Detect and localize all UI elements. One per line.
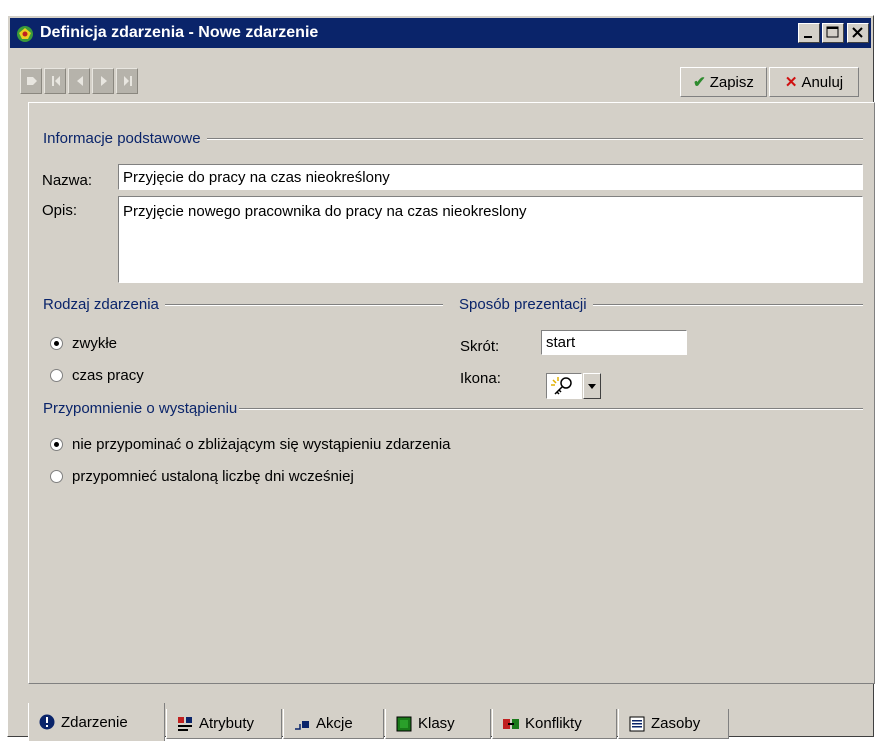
maximize-icon	[826, 26, 839, 38]
reminder-option-none[interactable]: nie przypominać o zbliżającym się wystąp…	[50, 436, 451, 453]
radio-selected[interactable]	[50, 337, 63, 350]
tab-label: Akcje	[316, 715, 353, 732]
icon-dropdown-button[interactable]	[583, 373, 601, 399]
first-record-button[interactable]	[44, 68, 66, 94]
app-icon	[17, 26, 33, 42]
radio-unselected[interactable]	[50, 470, 63, 483]
first-icon	[52, 76, 60, 86]
tab-label: Atrybuty	[199, 715, 255, 732]
tab-label: Konflikty	[525, 715, 582, 732]
divider	[206, 137, 863, 140]
tab-atrybuty[interactable]: Atrybuty	[166, 709, 282, 739]
next-record-button[interactable]	[92, 68, 114, 94]
divider	[592, 303, 863, 306]
classes-icon	[396, 716, 412, 731]
name-label: Nazwa:	[42, 172, 93, 189]
icon-picker[interactable]	[546, 373, 582, 399]
icon-label: Ikona:	[460, 370, 501, 387]
shortcut-label: Skrót:	[460, 338, 500, 355]
previous-record-button[interactable]	[68, 68, 90, 94]
save-label: Zapisz	[709, 73, 754, 91]
cancel-label: Anuluj	[801, 73, 844, 91]
last-icon	[124, 76, 132, 86]
toolbar: ✔ Zapisz ✕ Anuluj	[10, 50, 871, 106]
actions-icon	[295, 720, 309, 730]
save-button[interactable]: ✔ Zapisz	[680, 67, 767, 97]
section-basic-info-title: Informacje podstawowe	[43, 130, 201, 147]
maximize-button[interactable]	[822, 23, 844, 43]
tab-label: Klasy	[418, 715, 455, 732]
tab-akcje[interactable]: Akcje	[283, 709, 384, 739]
key-icon	[551, 377, 572, 395]
shortcut-field[interactable]	[541, 330, 687, 355]
divider	[239, 407, 863, 410]
cancel-icon: ✕	[784, 74, 798, 91]
resources-icon	[629, 716, 645, 731]
event-type-option-regular[interactable]: zwykłe	[50, 335, 117, 352]
cancel-button[interactable]: ✕ Anuluj	[769, 67, 859, 97]
next-icon	[101, 76, 107, 86]
reminder-option-label: nie przypominać o zbliżającym się wystąp…	[72, 436, 451, 453]
conflicts-icon	[503, 718, 519, 729]
section-event-type-title: Rodzaj zdarzenia	[43, 296, 159, 313]
edit-record-button[interactable]	[20, 68, 42, 94]
tab-label: Zasoby	[651, 715, 701, 732]
section-presentation-title: Sposób prezentacji	[459, 296, 587, 313]
check-icon: ✔	[693, 74, 706, 91]
name-field[interactable]	[118, 164, 863, 190]
section-reminder-title: Przypomnienie o wystąpieniu	[43, 400, 238, 417]
window-title: Definicja zdarzenia - Nowe zdarzenie	[40, 24, 319, 41]
tab-zasoby[interactable]: Zasoby	[618, 709, 729, 739]
section-reminder: Przypomnienie o wystąpieniu	[43, 400, 863, 417]
description-field[interactable]: Przyjęcie nowego pracownika do pracy na …	[118, 196, 863, 283]
event-type-option-label: czas pracy	[72, 367, 144, 384]
tab-zdarzenie[interactable]: Zdarzenie	[28, 703, 165, 741]
minimize-button[interactable]	[798, 23, 820, 43]
section-presentation: Sposób prezentacji	[459, 296, 863, 313]
section-event-type: Rodzaj zdarzenia	[43, 296, 443, 313]
tab-klasy[interactable]: Klasy	[385, 709, 491, 739]
radio-unselected[interactable]	[50, 369, 63, 382]
reminder-option-label: przypomnieć ustaloną liczbę dni wcześnie…	[72, 468, 354, 485]
section-basic-info: Informacje podstawowe	[43, 130, 863, 147]
chevron-down-icon	[588, 384, 596, 389]
attributes-icon	[178, 716, 192, 731]
last-record-button[interactable]	[116, 68, 138, 94]
close-icon	[852, 27, 863, 38]
title-bar[interactable]: Definicja zdarzenia - Nowe zdarzenie	[10, 18, 871, 48]
info-icon	[39, 714, 55, 730]
divider	[164, 303, 443, 306]
event-type-option-work-time[interactable]: czas pracy	[50, 367, 144, 384]
previous-icon	[77, 76, 83, 86]
reminder-option-days-before[interactable]: przypomnieć ustaloną liczbę dni wcześnie…	[50, 468, 354, 485]
close-button[interactable]	[847, 23, 869, 43]
description-label: Opis:	[42, 202, 78, 219]
dialog-window: Definicja zdarzenia - Nowe zdarzenie ✔ Z…	[7, 15, 875, 741]
edit-icon	[27, 77, 37, 85]
tab-konflikty[interactable]: Konflikty	[492, 709, 617, 739]
tab-label: Zdarzenie	[61, 713, 128, 731]
minimize-icon	[804, 36, 812, 38]
event-type-option-label: zwykłe	[72, 335, 118, 352]
radio-selected[interactable]	[50, 438, 63, 451]
